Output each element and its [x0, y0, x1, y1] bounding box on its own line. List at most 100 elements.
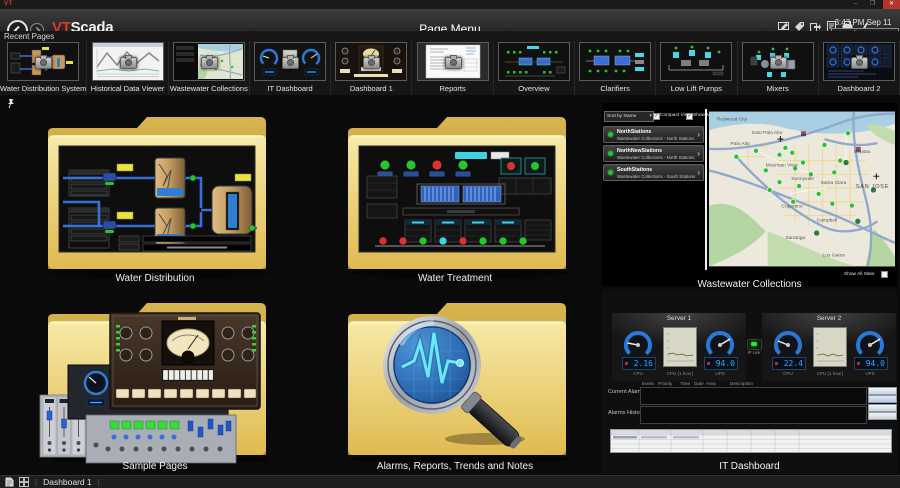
- camera-icon: [770, 57, 787, 69]
- close-button[interactable]: ✕: [883, 0, 900, 9]
- sample-pages-folder-art: [10, 291, 300, 467]
- tile-label: IT Dashboard: [602, 461, 897, 472]
- menu-tile-wastewater-collections[interactable]: Sort by Name▾ ✓ Compact View ✓ Show Map …: [602, 103, 897, 289]
- menu-tile-water-treatment[interactable]: Water Treatment: [310, 103, 600, 289]
- show-all-sites-checkbox[interactable]: [881, 271, 888, 278]
- sort-by-value: Sort by Name: [607, 114, 636, 119]
- separator: |: [35, 478, 37, 487]
- ip-link-led: [747, 339, 762, 350]
- recent-page-mixers[interactable]: Mixers: [738, 41, 819, 95]
- show-all-sites-label: Show All Sites: [844, 272, 874, 277]
- recent-page-wastewater-collections[interactable]: Wastewater Collections: [169, 41, 250, 95]
- chevron-right-icon: ›: [697, 149, 700, 158]
- window-app-tag: VT: [4, 1, 13, 7]
- menu-tile-alarms-reports[interactable]: Alarms, Reports, Trends and Notes: [310, 291, 600, 475]
- status-dot-icon: [608, 170, 613, 175]
- recent-pages-strip: Recent Pages Water Dist: [0, 31, 900, 96]
- gauge-label: CPU: [776, 371, 800, 376]
- map-city-label: SAN JOSE: [856, 184, 889, 190]
- alarm-column-header: Description: [730, 381, 753, 386]
- tile-label: Wastewater Collections: [602, 279, 897, 290]
- overview-thumb-art: [499, 43, 569, 80]
- recent-page-reports[interactable]: Reports: [412, 41, 493, 95]
- recent-page-low-lift-pumps[interactable]: Low Lift Pumps: [656, 41, 737, 95]
- gauge-label: CPU (1 hour): [658, 371, 702, 376]
- recent-page-dashboard-1[interactable]: Dashboard 1: [331, 41, 412, 95]
- water-distribution-folder-art: [10, 103, 300, 281]
- station-name: SouthStations: [617, 167, 652, 173]
- menu-tile-water-distribution[interactable]: Water Distribution: [10, 103, 300, 289]
- map-city-label: East Palo Alto: [752, 130, 783, 136]
- clarifiers-thumb-art: [580, 43, 650, 80]
- map-city-label: Cupertino: [781, 204, 802, 210]
- station-list-item[interactable]: NorthNewStations Wastewater Collections …: [603, 145, 704, 162]
- station-name: NorthNewStations: [617, 148, 662, 154]
- recent-page-label: Clarifiers: [600, 84, 630, 93]
- minimize-button[interactable]: –: [847, 0, 864, 9]
- gauge-label: CPU: [626, 371, 650, 376]
- recent-thumbnail: [417, 42, 489, 81]
- maximize-button[interactable]: ❐: [864, 0, 881, 9]
- alarm-column-header: Priority: [658, 381, 672, 386]
- window-title-bar: VT – ❐ ✕: [0, 0, 900, 9]
- recent-page-water-distribution-system[interactable]: Water Distribution System: [0, 41, 87, 95]
- recent-thumbnail: [498, 42, 570, 81]
- it-dashboard-preview: Server 1 2.16 94.0 CPU: [602, 291, 897, 474]
- open-page-tab[interactable]: Dashboard 1: [43, 477, 92, 487]
- chevron-right-icon: ›: [697, 168, 700, 177]
- station-list-item[interactable]: NorthStations Wastewater Collections - N…: [603, 126, 704, 143]
- alarm-history-list: [640, 406, 867, 424]
- recent-page-historical-data-viewer[interactable]: Historical Data Viewer: [87, 41, 168, 95]
- chevron-down-icon: ▾: [649, 112, 652, 121]
- recent-page-label: Low Lift Pumps: [671, 84, 722, 93]
- server2-panel: Server 2 22.4 94.0 CPU: [762, 313, 896, 381]
- status-dot-icon: [608, 132, 613, 137]
- recent-page-clarifiers[interactable]: Clarifiers: [575, 41, 656, 95]
- recent-thumbnail: [254, 42, 326, 81]
- alarms-folder-art: [310, 291, 600, 467]
- map-city-label: Redwood City: [717, 116, 748, 122]
- status-dot-icon: [608, 151, 613, 156]
- map-city-label: Sunnyvale: [791, 176, 814, 182]
- stations-map[interactable]: Redwood City East Palo Alto Palo Alto Mi…: [709, 109, 895, 269]
- menu-tile-sample-pages[interactable]: Sample Pages: [10, 291, 300, 475]
- page-grid-icon[interactable]: [19, 477, 29, 487]
- station-list-item[interactable]: SouthStations Wastewater Collections - S…: [603, 164, 704, 181]
- station-name: NorthStations: [617, 129, 651, 135]
- map-city-label: Palo Alto: [731, 141, 751, 147]
- water-treatment-folder-art: [310, 103, 600, 281]
- alarm-action-button: [868, 412, 897, 420]
- recent-page-it-dashboard[interactable]: IT Dashboard: [250, 41, 331, 95]
- station-desc: Wastewater Collections - North Stations: [617, 155, 694, 160]
- recent-page-dashboard-2[interactable]: Dashboard 2: [819, 41, 900, 95]
- camera-icon: [445, 57, 462, 69]
- sort-by-dropdown[interactable]: Sort by Name ▾: [604, 111, 654, 122]
- current-alarms-list: [640, 387, 867, 405]
- recent-page-overview[interactable]: Overview: [494, 41, 575, 95]
- recent-thumbnail: [579, 42, 651, 81]
- camera-icon: [201, 57, 218, 69]
- map-city-label: Saratoga: [785, 235, 805, 241]
- server1-panel: Server 1 2.16 94.0 CPU: [612, 313, 746, 381]
- menu-tile-it-dashboard[interactable]: Server 1 2.16 94.0 CPU: [602, 291, 897, 475]
- compact-view-checkbox[interactable]: ✓: [653, 113, 660, 120]
- status-bar: | Dashboard 1 |: [0, 475, 900, 488]
- tile-label: Sample Pages: [10, 461, 300, 472]
- map-city-label: Mountain View: [766, 162, 798, 168]
- camera-icon: [851, 57, 868, 69]
- alarm-action-button: [868, 387, 897, 395]
- page-icon[interactable]: [5, 477, 14, 487]
- recent-thumbnail: [7, 42, 79, 81]
- recent-page-label: Water Distribution System: [0, 84, 86, 93]
- recent-page-label: Mixers: [767, 84, 789, 93]
- cpu-history-chart: [813, 327, 847, 367]
- recent-page-label: Dashboard 1: [350, 84, 393, 93]
- camera-icon: [35, 57, 52, 69]
- recent-thumbnail: [742, 42, 814, 81]
- recent-page-label: Reports: [439, 84, 465, 93]
- recent-page-label: IT Dashboard: [267, 84, 312, 93]
- show-map-checkbox[interactable]: ✓: [686, 113, 693, 120]
- map-city-label: Milpitas: [854, 149, 871, 155]
- recent-page-label: Historical Data Viewer: [91, 84, 165, 93]
- tile-label: Alarms, Reports, Trends and Notes: [310, 461, 600, 472]
